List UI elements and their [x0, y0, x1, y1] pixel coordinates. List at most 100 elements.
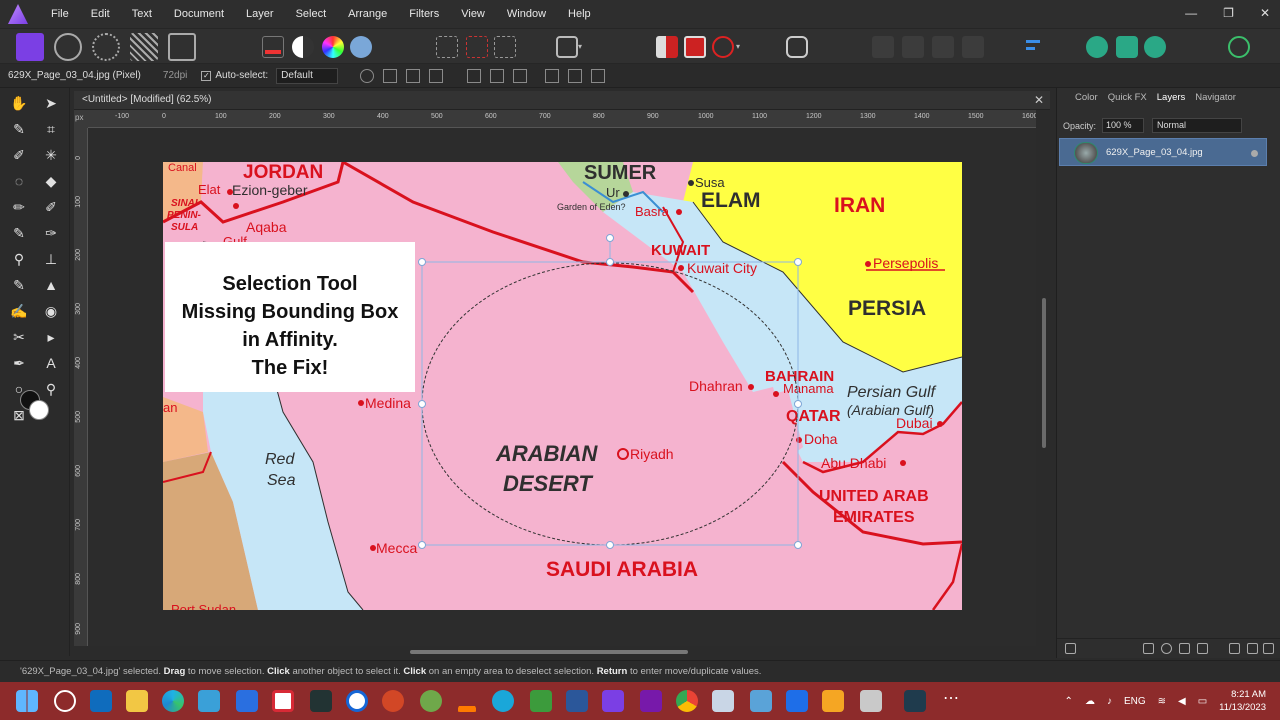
- add-layer-icon[interactable]: [1247, 643, 1258, 654]
- resize-handle[interactable]: [418, 541, 426, 549]
- align-center-icon[interactable]: [490, 68, 505, 83]
- menu-select[interactable]: Select: [285, 8, 338, 20]
- app-icon[interactable]: [346, 690, 368, 712]
- photo-persona-icon[interactable]: [16, 33, 44, 61]
- menu-document[interactable]: Document: [163, 8, 235, 20]
- document-canvas[interactable]: Canal JORDAN Elat Ezion-geber SINAI PENI…: [88, 128, 1036, 646]
- ruler-unit[interactable]: px: [74, 110, 88, 128]
- auto-white-balance-icon[interactable]: [350, 36, 372, 58]
- store-icon[interactable]: [236, 690, 258, 712]
- align-top-icon[interactable]: [545, 68, 560, 83]
- resize-handle[interactable]: [794, 258, 802, 266]
- show-bounding-box-icon[interactable]: [383, 68, 398, 83]
- resize-handle[interactable]: [418, 258, 426, 266]
- invert-selection-icon[interactable]: [494, 36, 516, 58]
- move-tool-icon[interactable]: ➤: [42, 94, 60, 112]
- quick-mask-icon[interactable]: [556, 36, 578, 58]
- powerpoint-icon[interactable]: [382, 690, 404, 712]
- liquify-persona-icon[interactable]: [54, 33, 82, 61]
- app-icon[interactable]: [822, 690, 844, 712]
- tab-quick-fx[interactable]: Quick FX: [1108, 92, 1147, 110]
- app-icon[interactable]: [712, 690, 734, 712]
- crop-tool-icon[interactable]: ⌗: [42, 120, 60, 138]
- wifi-icon[interactable]: ≋: [1158, 696, 1166, 707]
- calendar-icon[interactable]: [198, 690, 220, 712]
- group-layers-icon[interactable]: [1229, 643, 1240, 654]
- resize-handle[interactable]: [418, 400, 426, 408]
- layer-options-icon[interactable]: [1065, 643, 1076, 654]
- more-apps-icon[interactable]: ⋯: [940, 690, 962, 712]
- layers-studio-icon[interactable]: [1116, 36, 1138, 58]
- resize-handle[interactable]: [794, 400, 802, 408]
- ellipse-selection[interactable]: [421, 262, 799, 546]
- adjustment-layer-icon[interactable]: [1161, 643, 1172, 654]
- chevron-down-icon[interactable]: ▾: [578, 36, 590, 58]
- word-icon[interactable]: [566, 690, 588, 712]
- color-picker-icon[interactable]: ✎: [10, 120, 28, 138]
- align-middle-icon[interactable]: [568, 68, 583, 83]
- view-tool-hand-icon[interactable]: ✋: [10, 94, 28, 112]
- app-icon[interactable]: [860, 690, 882, 712]
- bounding-box[interactable]: [421, 261, 799, 546]
- account-icon[interactable]: [1228, 36, 1250, 58]
- develop-persona-icon[interactable]: [92, 33, 120, 61]
- adjustment-studio-icon[interactable]: [1144, 36, 1166, 58]
- delete-layer-icon[interactable]: [1263, 643, 1274, 654]
- cloud-icon[interactable]: ☁: [1085, 696, 1095, 707]
- vertical-ruler[interactable]: 0 100 200 300 400 500 600 700 800 900: [74, 128, 88, 646]
- edge-icon[interactable]: [162, 690, 184, 712]
- insert-behind-icon[interactable]: [656, 36, 678, 58]
- tab-navigator[interactable]: Navigator: [1195, 92, 1236, 110]
- menu-filters[interactable]: Filters: [398, 8, 450, 20]
- studio-panel-icon[interactable]: [1086, 36, 1108, 58]
- scroll-thumb[interactable]: [410, 650, 688, 654]
- rotate-handle[interactable]: [606, 234, 614, 242]
- live-filter-icon[interactable]: [1179, 643, 1190, 654]
- volume-icon[interactable]: ◀: [1178, 696, 1186, 707]
- menu-text[interactable]: Text: [121, 8, 163, 20]
- red-eye-icon[interactable]: ◉: [42, 302, 60, 320]
- app-icon[interactable]: [492, 690, 514, 712]
- zoom-tool-icon[interactable]: ⚲: [10, 250, 28, 268]
- transform-independently-icon[interactable]: [429, 68, 444, 83]
- onenote-icon[interactable]: [640, 690, 662, 712]
- selection-brush-icon[interactable]: ✐: [10, 146, 28, 164]
- patch-tool-icon[interactable]: ✂: [10, 328, 28, 346]
- restore-button[interactable]: ❐: [1223, 6, 1234, 20]
- color-swatches[interactable]: [20, 390, 50, 420]
- chrome-icon[interactable]: [676, 690, 698, 712]
- align-left-icon[interactable]: [467, 68, 482, 83]
- file-explorer-icon[interactable]: [126, 690, 148, 712]
- blend-mode-dropdown[interactable]: Normal: [1152, 118, 1243, 133]
- terminal-icon[interactable]: [904, 690, 926, 712]
- align-bottom-icon[interactable]: [591, 68, 606, 83]
- resize-handle[interactable]: [606, 541, 614, 549]
- menu-file[interactable]: File: [40, 8, 80, 20]
- deselect-icon[interactable]: [466, 36, 488, 58]
- brush-icon[interactable]: [1197, 643, 1208, 654]
- pen-tool-icon[interactable]: ▸: [42, 328, 60, 346]
- horizontal-scrollbar[interactable]: [88, 646, 1036, 658]
- app-icon[interactable]: [786, 690, 808, 712]
- resize-handle[interactable]: [794, 541, 802, 549]
- close-document-button[interactable]: ✕: [1034, 93, 1044, 107]
- battery-icon[interactable]: ▭: [1198, 696, 1207, 707]
- select-all-icon[interactable]: [436, 36, 458, 58]
- autoselect-checkbox[interactable]: ✓: [201, 70, 212, 81]
- horizontal-ruler[interactable]: -100 0 100 200 300 400 500 600 700 800 9…: [88, 110, 1036, 128]
- marquee-tool-icon[interactable]: ◌: [10, 172, 28, 190]
- search-icon[interactable]: [54, 690, 76, 712]
- snapping-icon[interactable]: [712, 36, 734, 58]
- mask-layer-icon[interactable]: [1143, 643, 1154, 654]
- language-indicator[interactable]: ENG: [1124, 696, 1146, 707]
- outlook-icon[interactable]: [90, 690, 112, 712]
- align-icon[interactable]: [1022, 36, 1044, 58]
- vlc-icon[interactable]: [456, 690, 478, 712]
- auto-contrast-icon[interactable]: [292, 36, 314, 58]
- vertical-scrollbar[interactable]: [1038, 128, 1050, 646]
- transform-origin-icon[interactable]: [360, 68, 375, 83]
- secondary-color-swatch[interactable]: [29, 400, 49, 420]
- autoselect-dropdown[interactable]: Default: [276, 67, 339, 84]
- close-window-button[interactable]: ✕: [1260, 6, 1270, 20]
- align-right-icon[interactable]: [513, 68, 528, 83]
